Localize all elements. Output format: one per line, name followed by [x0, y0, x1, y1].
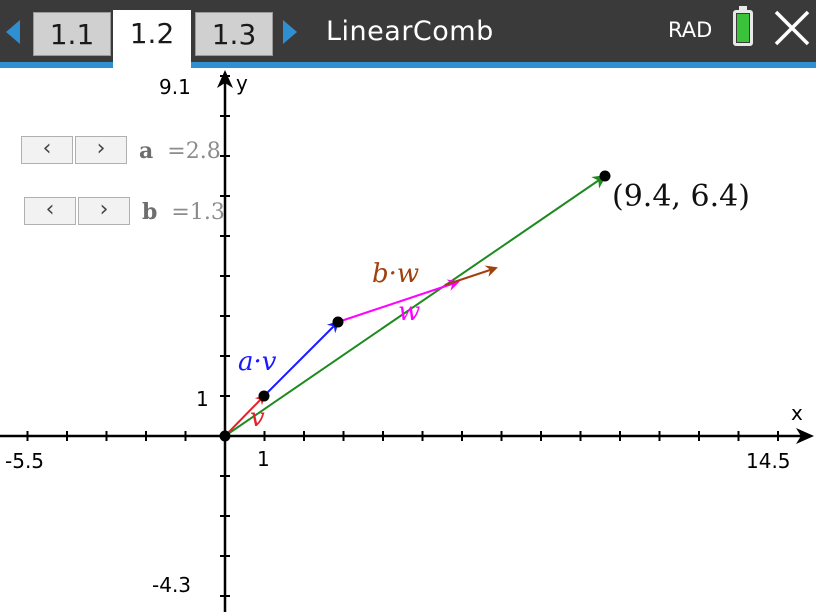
origin-point[interactable] [219, 430, 231, 442]
slider-b-name: b [142, 199, 158, 225]
next-page-arrow-icon[interactable] [283, 20, 297, 44]
slider-a-decrement-button[interactable]: ‹ [21, 136, 73, 164]
angle-mode-indicator: RAD [668, 18, 713, 42]
slider-a-value: =2.8 [167, 139, 221, 164]
slider-a-increment-button[interactable]: › [75, 136, 127, 164]
close-icon[interactable] [772, 8, 812, 48]
prev-page-arrow-icon[interactable] [6, 20, 20, 44]
result-point-coordinates: (9.4, 6.4) [612, 179, 750, 214]
slider-b-increment-button[interactable]: › [78, 197, 130, 225]
vector-b-w[interactable] [444, 265, 498, 286]
vector-v-endpoint[interactable] [258, 390, 270, 402]
vector-b-w-label: b·w [372, 259, 419, 289]
slider-b-value: =1.3 [171, 200, 225, 225]
slider-b-decrement-button[interactable]: ‹ [24, 197, 76, 225]
y-max-label: 9.1 [159, 75, 191, 99]
slider-b[interactable]: ‹ › b =1.3 [24, 197, 244, 227]
x-max-label: 14.5 [746, 449, 791, 473]
vector-v-label: v [250, 403, 265, 433]
slider-a-label: a =2.8 [139, 136, 221, 167]
document-title: LinearComb [326, 16, 494, 47]
slider-a-name: a [139, 138, 154, 164]
x-min-label: -5.5 [5, 449, 44, 473]
tab-1-1[interactable]: 1.1 [33, 12, 111, 56]
slider-a[interactable]: ‹ › a =2.8 [21, 136, 241, 166]
result-point[interactable] [599, 170, 611, 182]
y-min-label: -4.3 [152, 573, 191, 597]
slider-b-label: b =1.3 [142, 197, 225, 228]
tab-1-2[interactable]: 1.2 [113, 10, 191, 68]
x-axis [0, 428, 814, 444]
battery-level [737, 14, 749, 42]
vector-w-label: w [398, 297, 420, 327]
vector-a-v-label: a·v [238, 347, 277, 377]
vector-a-v-endpoint[interactable] [332, 316, 344, 328]
x-tick-one-label: 1 [257, 447, 270, 471]
y-tick-one-label: 1 [196, 387, 209, 411]
tab-1-3[interactable]: 1.3 [195, 12, 273, 56]
y-axis-label: y [236, 71, 248, 95]
x-axis-label: x [791, 401, 803, 425]
